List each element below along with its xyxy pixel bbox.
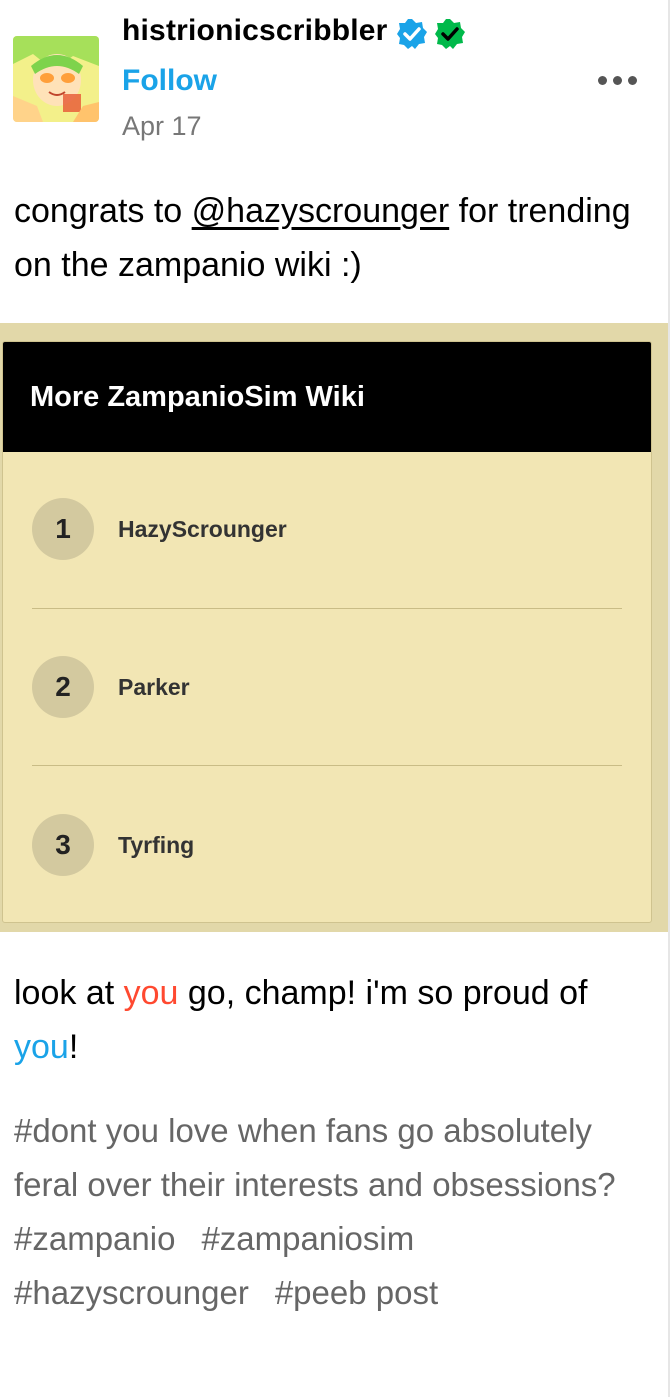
rank-number: 3 [32, 814, 94, 876]
post-header: histrionicscribbler Follow Apr 17 [0, 0, 668, 160]
tag-list: #dont you love when fans go absolutely f… [14, 1104, 664, 1320]
post-date[interactable]: Apr 17 [122, 111, 202, 142]
rank-number: 1 [32, 498, 94, 560]
reply-you-red: you [123, 974, 179, 1012]
more-options-icon[interactable] [598, 70, 646, 90]
verified-badges [396, 18, 466, 50]
post-body-text: congrats to [14, 192, 192, 230]
divider [32, 608, 622, 609]
verified-blue-icon [397, 19, 427, 49]
reply-text-part: look at [14, 974, 124, 1012]
rank-name: HazyScrounger [118, 515, 287, 542]
reply-text: look at you go, champ! i'm so proud of y… [14, 966, 654, 1074]
wiki-embed-card: More ZampanioSim Wiki 1 HazyScrounger 2 … [2, 341, 652, 923]
list-item[interactable]: 1 HazyScrounger [32, 494, 622, 564]
reply-text-part: go, champ! i'm so proud of [178, 974, 588, 1012]
rank-name: Tyrfing [118, 831, 195, 858]
rank-number: 2 [32, 656, 94, 718]
list-item[interactable]: 3 Tyrfing [32, 810, 622, 880]
reply-you-blue: you [14, 1028, 69, 1066]
follow-button[interactable]: Follow [122, 64, 217, 98]
list-item[interactable]: 2 Parker [32, 652, 622, 722]
embed-header: More ZampanioSim Wiki [3, 342, 651, 452]
tag[interactable]: #zampaniosim [201, 1220, 414, 1257]
divider [32, 765, 622, 766]
tag[interactable]: #zampanio [14, 1220, 175, 1257]
tag[interactable]: #hazyscrounger [14, 1274, 249, 1311]
tag[interactable]: #peeb post [275, 1274, 438, 1311]
avatar[interactable] [13, 36, 99, 122]
username[interactable]: histrionicscribbler [122, 14, 388, 48]
tag[interactable]: #dont you love when fans go absolutely f… [14, 1112, 616, 1203]
mention-link[interactable]: @hazyscrounger [192, 192, 450, 230]
verified-green-icon [435, 19, 465, 49]
embed-title: More ZampanioSim Wiki [30, 380, 365, 413]
post-body: congrats to @hazyscrounger for trending … [14, 184, 654, 292]
rank-name: Parker [118, 673, 190, 700]
reply-text-part: ! [68, 1028, 79, 1066]
